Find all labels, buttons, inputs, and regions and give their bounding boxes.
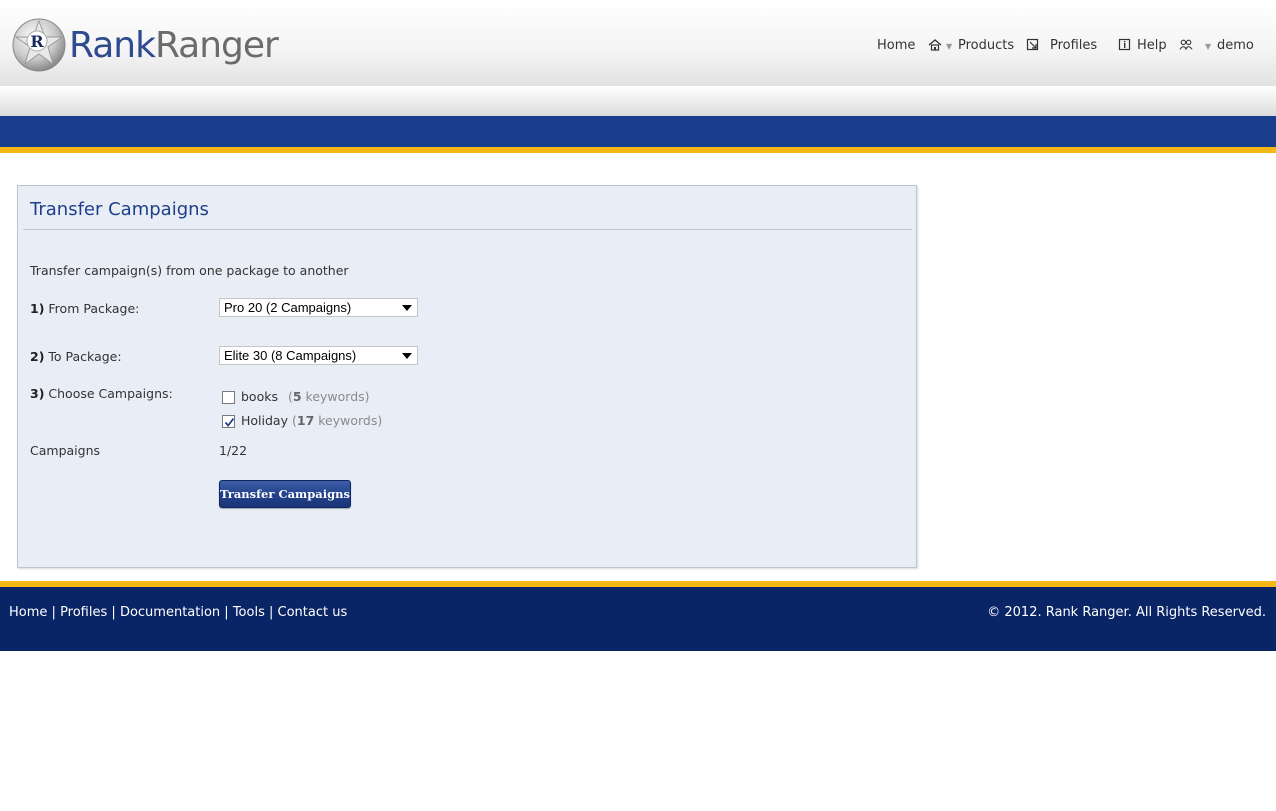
- campaign-item-books: books (5 keywords): [241, 389, 370, 404]
- footer-link-tools[interactable]: Tools: [233, 605, 265, 620]
- chevron-down-icon: [402, 305, 412, 311]
- footer-link-home[interactable]: Home: [9, 605, 47, 620]
- nav-home[interactable]: Home: [877, 37, 915, 55]
- footer-link-contact[interactable]: Contact us: [278, 605, 348, 620]
- main-nav: Home ▼ Products Profiles Help ▼ demo: [0, 37, 1276, 55]
- products-chevron-down-icon[interactable]: ▼: [946, 38, 952, 56]
- nav-help[interactable]: Help: [1137, 37, 1167, 55]
- help-icon: [1118, 38, 1131, 51]
- to-package-label: 2) To Package:: [30, 349, 122, 364]
- intro-text: Transfer campaign(s) from one package to…: [30, 263, 349, 278]
- to-package-select[interactable]: Elite 30 (8 Campaigns): [219, 346, 418, 365]
- campaign-checkbox-holiday[interactable]: [222, 415, 235, 428]
- gold-band: [0, 147, 1276, 153]
- transfer-campaigns-panel: Transfer Campaigns Transfer campaign(s) …: [17, 185, 917, 568]
- nav-profiles[interactable]: Profiles: [1050, 37, 1097, 55]
- sub-header-band: [0, 86, 1276, 116]
- checkmark-icon: [224, 417, 235, 427]
- from-package-label: 1) From Package:: [30, 301, 140, 316]
- users-icon: [1179, 39, 1193, 50]
- title-divider: [23, 229, 912, 230]
- choose-campaigns-label: 3) Choose Campaigns:: [30, 386, 173, 401]
- campaign-item-holiday: Holiday (17 keywords): [241, 413, 383, 428]
- top-header: R RankRanger Home ▼ Products Profiles He…: [0, 0, 1276, 86]
- user-chevron-down-icon[interactable]: ▼: [1205, 38, 1211, 56]
- from-package-select[interactable]: Pro 20 (2 Campaigns): [219, 298, 418, 317]
- footer-links: Home | Profiles | Documentation | Tools …: [9, 605, 348, 620]
- copyright-text: © 2012. Rank Ranger. All Rights Reserved…: [987, 605, 1266, 620]
- footer-link-profiles[interactable]: Profiles: [60, 605, 107, 620]
- nav-products[interactable]: Products: [958, 37, 1014, 55]
- home-icon: [928, 39, 942, 51]
- footer-link-documentation[interactable]: Documentation: [120, 605, 220, 620]
- campaigns-count-value: 1/22: [219, 443, 248, 458]
- chevron-down-icon: [402, 353, 412, 359]
- panel-title: Transfer Campaigns: [30, 199, 209, 220]
- transfer-campaigns-button[interactable]: Transfer Campaigns: [219, 480, 351, 508]
- footer: Home | Profiles | Documentation | Tools …: [0, 587, 1276, 651]
- campaign-checkbox-books[interactable]: [222, 391, 235, 404]
- campaigns-count-label: Campaigns: [30, 443, 101, 458]
- profiles-icon: [1026, 38, 1039, 51]
- blue-band: [0, 116, 1276, 147]
- nav-user[interactable]: demo: [1217, 37, 1254, 55]
